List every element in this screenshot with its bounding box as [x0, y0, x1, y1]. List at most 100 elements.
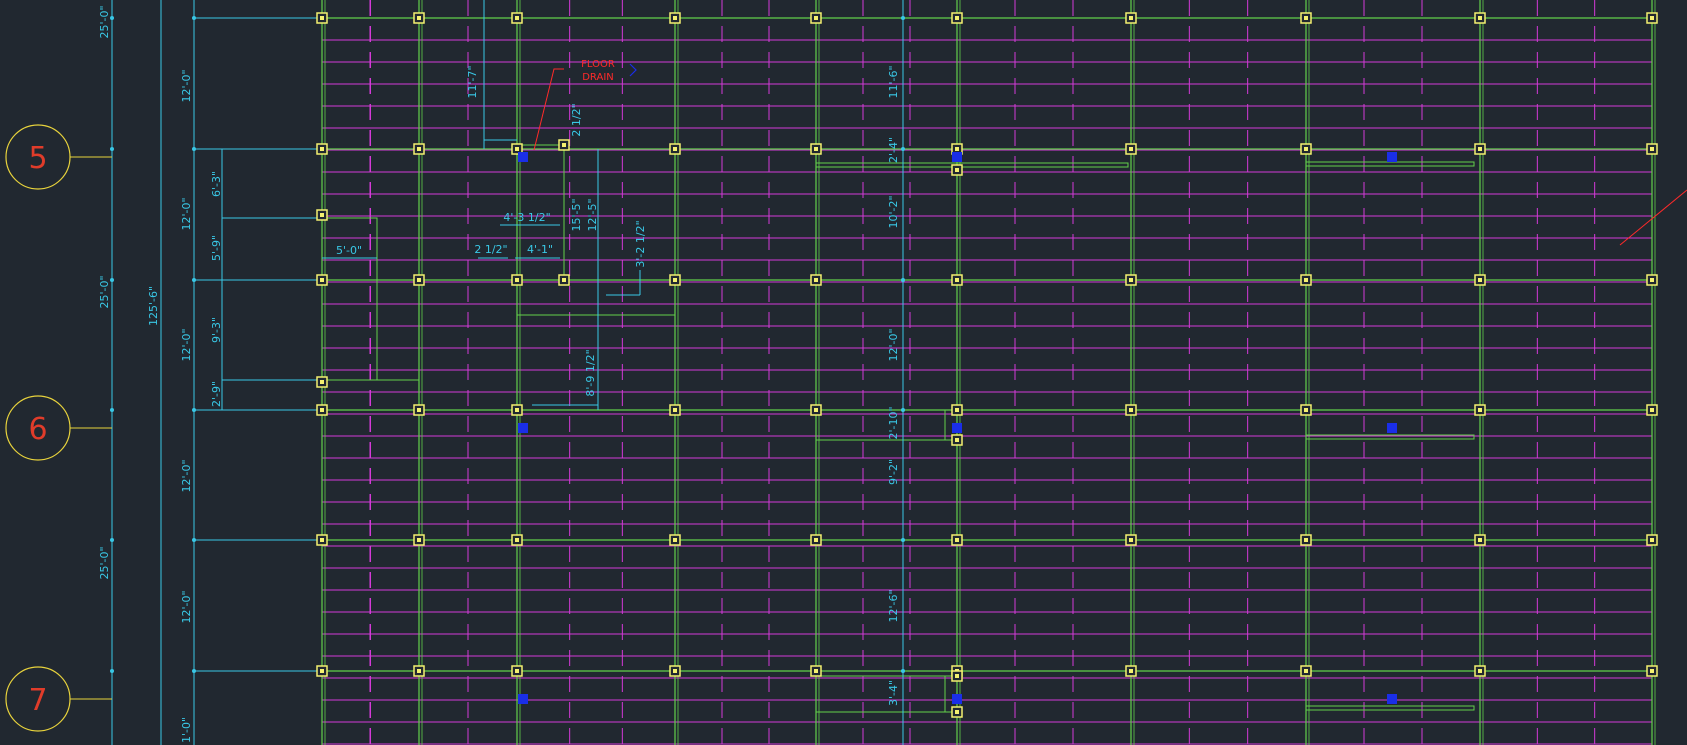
column-node-core	[955, 147, 959, 151]
column-node-core	[955, 710, 959, 714]
note-line-1: FLOOR	[581, 59, 615, 70]
column-node-core	[1650, 278, 1654, 282]
dimension-tick	[901, 16, 905, 20]
dimension-tick	[110, 408, 114, 412]
dim-label: 3'-4"	[887, 680, 900, 706]
dim-label: 25'-0"	[98, 546, 111, 579]
dim-label: 2 1/2"	[474, 243, 507, 256]
floor-drain-marker[interactable]	[952, 423, 962, 433]
dimension-tick	[901, 669, 905, 673]
column-node-core	[1478, 16, 1482, 20]
dim-label: 9'-3"	[210, 317, 223, 343]
column-node-core	[320, 408, 324, 412]
note-line-2: DRAIN	[582, 72, 614, 83]
column-node-core	[515, 408, 519, 412]
column-node-core	[814, 669, 818, 673]
column-node-core	[320, 278, 324, 282]
column-node-core	[562, 143, 566, 147]
column-node-core	[562, 278, 566, 282]
dim-label-overall: 125'-6"	[147, 286, 160, 326]
column-node-core	[1650, 408, 1654, 412]
column-node-core	[1304, 278, 1308, 282]
dim-label: 25'-0"	[98, 5, 111, 38]
column-node-core	[955, 278, 959, 282]
dim-label: 5'-0"	[336, 244, 362, 257]
floor-drain-marker[interactable]	[952, 152, 962, 162]
column-node-core	[515, 16, 519, 20]
column-node-core	[1304, 669, 1308, 673]
dim-label: 2'-10"	[887, 406, 900, 439]
dim-label: 11'-6"	[887, 65, 900, 98]
column-node-core	[1650, 147, 1654, 151]
column-node-core	[1304, 147, 1308, 151]
column-node-core	[320, 213, 324, 217]
column-node-core	[417, 408, 421, 412]
dim-label: 2'-9"	[210, 381, 223, 407]
dimension-tick	[192, 538, 196, 542]
column-node-core	[673, 408, 677, 412]
dim-label: 12'-5"	[586, 198, 599, 231]
floor-drain-marker[interactable]	[1387, 423, 1397, 433]
column-node-core	[417, 278, 421, 282]
column-node-core	[515, 278, 519, 282]
dimension-tick	[901, 147, 905, 151]
dim-label: 5'-9"	[210, 235, 223, 261]
dim-label: 12'-0"	[180, 197, 193, 230]
column-node-core	[515, 147, 519, 151]
column-node-core	[515, 669, 519, 673]
cad-drawing-viewport[interactable]: 5 6 7 25'-0" 25'-0" 25'-0" 125'-6" 12'-0…	[0, 0, 1687, 745]
floor-drain-marker[interactable]	[518, 694, 528, 704]
column-node-core	[814, 278, 818, 282]
column-node-core	[673, 16, 677, 20]
column-node-core	[955, 16, 959, 20]
column-node-core	[1129, 538, 1133, 542]
dim-label: 12'-0"	[180, 590, 193, 623]
dim-label: 11'-7"	[466, 65, 479, 98]
column-node-core	[673, 278, 677, 282]
grid-bubble-label: 7	[28, 683, 47, 718]
dimension-tick	[192, 669, 196, 673]
dim-label: 4'-3 1/2"	[503, 211, 550, 224]
column-node-core	[814, 16, 818, 20]
column-node-core	[955, 438, 959, 442]
column-node-core	[515, 538, 519, 542]
floor-framing-plan[interactable]: 5 6 7 25'-0" 25'-0" 25'-0" 125'-6" 12'-0…	[0, 0, 1687, 745]
floor-drain-marker[interactable]	[518, 152, 528, 162]
column-node-core	[320, 380, 324, 384]
column-node-core	[1478, 147, 1482, 151]
dim-label: 12'-0"	[180, 69, 193, 102]
column-node-core	[814, 147, 818, 151]
model-space-background	[0, 0, 1687, 745]
column-node-core	[1478, 538, 1482, 542]
column-node-core	[955, 168, 959, 172]
dim-label: 2'-4"	[887, 137, 900, 163]
column-node-core	[955, 674, 959, 678]
floor-drain-marker[interactable]	[1387, 694, 1397, 704]
grid-bubble-label: 6	[28, 412, 47, 447]
dim-label: 8'-9 1/2"	[584, 349, 597, 396]
column-node-core	[673, 538, 677, 542]
dimension-tick	[901, 278, 905, 282]
dim-label: 3'-2 1/2"	[634, 220, 647, 267]
column-node-core	[417, 147, 421, 151]
column-node-core	[320, 669, 324, 673]
column-node-core	[955, 408, 959, 412]
column-node-core	[1478, 278, 1482, 282]
floor-drain-marker[interactable]	[1387, 152, 1397, 162]
dim-label: 2 1/2"	[570, 103, 583, 136]
dim-label: 12'-0"	[887, 328, 900, 361]
floor-drain-marker[interactable]	[518, 423, 528, 433]
column-node-core	[955, 538, 959, 542]
column-node-core	[1129, 408, 1133, 412]
column-node-core	[1129, 16, 1133, 20]
dimension-tick	[192, 16, 196, 20]
column-node-core	[320, 538, 324, 542]
dimension-tick	[192, 147, 196, 151]
dimension-tick	[192, 408, 196, 412]
column-node-core	[1650, 669, 1654, 673]
column-node-core	[1129, 278, 1133, 282]
floor-drain-marker[interactable]	[952, 694, 962, 704]
column-node-core	[320, 147, 324, 151]
column-node-core	[417, 669, 421, 673]
dim-label: 6'-3"	[210, 171, 223, 197]
